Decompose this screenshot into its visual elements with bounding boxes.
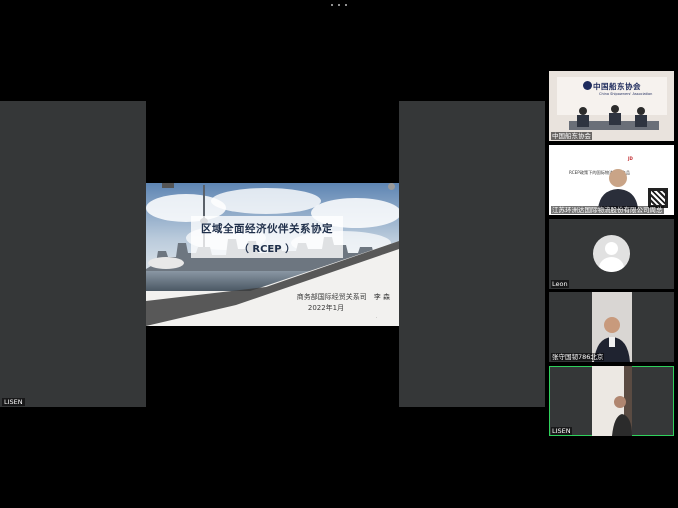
- speaker-name-label: LISEN: [2, 398, 25, 406]
- participant-name: 中国船东协会: [551, 132, 592, 140]
- shared-slide: 区域全面经济伙伴关系协定 （ RCEP ） 商务部国际经贸关系司 李 森 202…: [146, 183, 399, 326]
- participant-video: [594, 317, 630, 362]
- more-options-icon[interactable]: [331, 2, 347, 8]
- participant-tile-4[interactable]: 张守国韧786北京: [549, 292, 674, 362]
- participant-tile-2[interactable]: JD RCEP政策下的国际物流服务产品 江苏环洲达国际物流股份有限公司周总: [549, 145, 674, 215]
- participant-tile-5-active[interactable]: LISEN: [549, 366, 674, 436]
- participant-name: 江苏环洲达国际物流股份有限公司周总: [551, 206, 664, 214]
- speaker-video: [598, 169, 638, 209]
- participant-name: Leon: [551, 280, 569, 288]
- participant-tile-1[interactable]: 中国船东协会 China Shipowners' Association 中国船…: [549, 71, 674, 141]
- slide-date: 2022年1月: [307, 304, 345, 312]
- default-avatar-icon: [593, 235, 630, 272]
- slide-corner-emblem: [388, 183, 395, 190]
- slide-subtitle: （ RCEP ）: [238, 244, 296, 255]
- slide-author: 商务部国际经贸关系司 李 森: [296, 293, 390, 301]
- meeting-room-people: [577, 105, 647, 127]
- participant-name: LISEN: [551, 427, 572, 435]
- company-logo-icon: JD: [628, 156, 633, 161]
- slide-page-marker: ·: [376, 315, 378, 320]
- qr-code-icon: [648, 188, 668, 208]
- slide-title: 区域全面经济伙伴关系协定: [201, 223, 333, 235]
- participant-tile-3[interactable]: Leon: [549, 219, 674, 289]
- tile-video-feed: [592, 366, 632, 436]
- participant-video: [612, 366, 632, 436]
- participant-name: 张守国韧786北京: [551, 353, 605, 361]
- slide-corner-logo: [162, 183, 174, 188]
- tile-video-feed: [592, 292, 632, 362]
